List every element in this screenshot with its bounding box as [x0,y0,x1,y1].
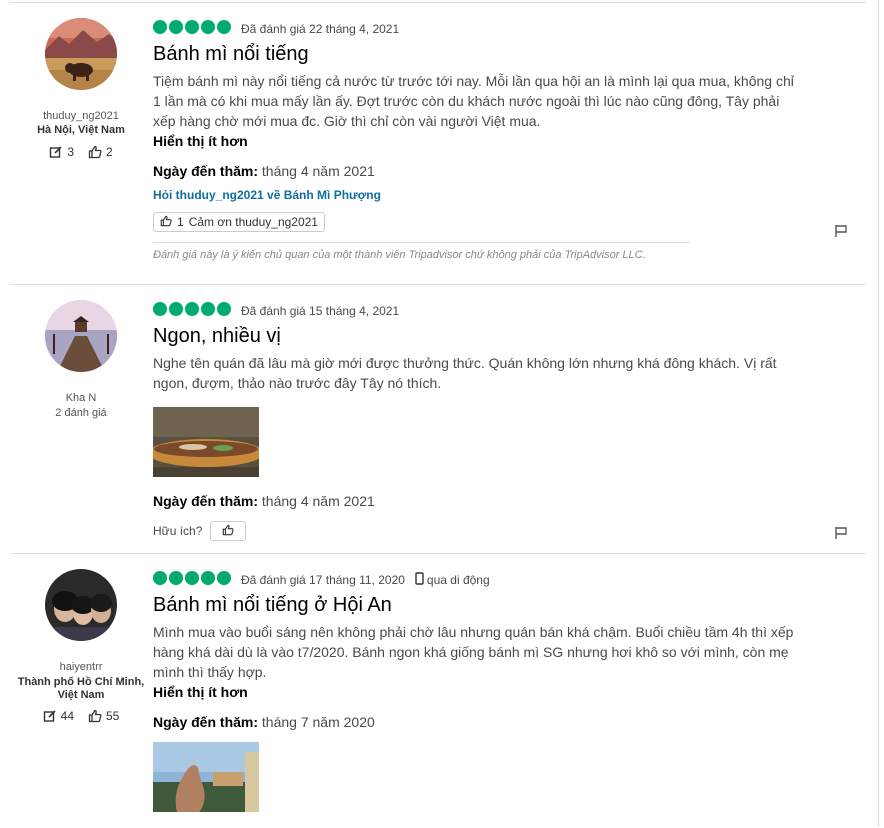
edit-icon [49,145,63,159]
username[interactable]: Kha N [10,392,152,404]
review-card: haiyentrr Thành phố Hồ Chí Minh, Việt Na… [10,553,866,828]
visit-value: tháng 4 năm 2021 [261,163,375,179]
user-location: Thành phố Hồ Chí Minh, Việt Nam [17,676,145,701]
rating-bubble [185,19,199,34]
thanks-row: 1 Cảm ơn thuduy_ng2021 [153,212,803,232]
user-stats: 44 55 [10,709,152,723]
review-date: Đã đánh giá 17 tháng 11, 2020 [241,573,405,587]
contribution-count: 44 [60,709,74,723]
review-photo[interactable] [153,742,259,812]
review-content: Đã đánh giá 22 tháng 4, 2021 Bánh mì nổi… [153,19,803,261]
review-title[interactable]: Bánh mì nổi tiếng ở Hội An [153,592,803,618]
review-content: Đã đánh giá 15 tháng 4, 2021 Ngon, nhiều… [153,301,803,541]
thumbs-up-icon [88,145,102,159]
rating-bubble [217,301,231,316]
visit-label: Ngày đến thăm: [153,163,259,179]
review-date: Đã đánh giá 22 tháng 4, 2021 [241,22,400,36]
user-stats: 3 2 [10,145,152,159]
rating-bubble [169,19,183,34]
via-label: qua di động [426,573,490,587]
phone-icon [415,572,424,588]
rating-bubbles [153,570,233,590]
review-date: Đã đánh giá 15 tháng 4, 2021 [241,304,400,318]
rating-bubble [185,301,199,316]
visit-value: tháng 7 năm 2020 [261,714,375,730]
contribution-count: 3 [67,145,74,159]
user-location: Hà Nội, Việt Nam [37,124,125,136]
disclaimer: Đánh giá này là ý kiến chủ quan của một … [153,242,690,261]
review-title[interactable]: Bánh mì nổi tiếng [153,41,803,67]
rating-bubbles [153,301,233,321]
rating-bubble [169,301,183,316]
rating-bubble [201,570,215,585]
mobile-indicator: qua di động [415,572,490,588]
reviews-count: 2 đánh giá [55,407,107,419]
rating-bubbles [153,19,233,39]
review-photo[interactable] [153,407,259,477]
edit-icon [43,709,57,723]
visit-label: Ngày đến thăm: [153,714,259,730]
rating-bubble [217,19,231,34]
helpful-row: Hữu ích? [153,521,803,541]
rating-row: Đã đánh giá 15 tháng 4, 2021 [153,301,803,321]
helpful-label: Hữu ích? [153,524,203,538]
rating-row: Đã đánh giá 17 tháng 11, 2020 qua di độn… [153,570,803,590]
rating-bubble [201,301,215,316]
flag-icon[interactable] [834,224,848,243]
avatar[interactable] [45,18,117,90]
review-card: Kha N 2 đánh giá Đã đánh giá 15 tháng 4,… [10,284,866,553]
ask-reviewer-link[interactable]: Hỏi thuduy_ng2021 về Bánh Mì Phượng [153,188,803,202]
thanks-button[interactable]: 1 Cảm ơn thuduy_ng2021 [153,212,325,232]
helpful-vote-count: 55 [106,709,120,723]
rating-bubble [217,570,231,585]
visit-value: tháng 4 năm 2021 [261,493,375,509]
rating-bubble [153,19,167,34]
thanks-count: 1 [177,215,184,229]
username[interactable]: haiyentrr [10,661,152,673]
show-less-link[interactable]: Hiển thị ít hơn [153,131,803,151]
rating-bubble [169,570,183,585]
thumbs-up-icon [88,709,102,723]
visit-date: Ngày đến thăm: tháng 7 năm 2020 [153,712,803,732]
visit-label: Ngày đến thăm: [153,493,259,509]
thanks-label: Cảm ơn thuduy_ng2021 [188,215,318,229]
rating-row: Đã đánh giá 22 tháng 4, 2021 [153,19,803,39]
helpful-button[interactable] [210,521,247,541]
username[interactable]: thuduy_ng2021 [10,110,152,122]
review-text: Nghe tên quán đã lâu mà giờ mới được thư… [153,355,777,391]
visit-date: Ngày đến thăm: tháng 4 năm 2021 [153,161,803,181]
scrollbar-edge [878,0,879,827]
review-text: Tiệm bánh mì này nổi tiếng cả nước từ tr… [153,73,794,129]
rating-bubble [153,301,167,316]
review-text: Mình mua vào buổi sáng nên không phải ch… [153,624,794,680]
avatar[interactable] [45,569,117,641]
rating-bubble [201,19,215,34]
thumbs-up-icon [222,524,234,539]
thumbs-up-icon [160,215,172,230]
flag-icon[interactable] [834,526,848,545]
review-card: thuduy_ng2021 Hà Nội, Việt Nam 3 2 Đã đá… [10,2,866,284]
rating-bubble [153,570,167,585]
review-title[interactable]: Ngon, nhiều vị [153,323,803,349]
review-content: Đã đánh giá 17 tháng 11, 2020 qua di độn… [153,570,803,812]
rating-bubble [185,570,199,585]
show-less-link[interactable]: Hiển thị ít hơn [153,682,803,702]
helpful-vote-count: 2 [106,145,113,159]
visit-date: Ngày đến thăm: tháng 4 năm 2021 [153,491,803,511]
avatar[interactable] [45,300,117,372]
